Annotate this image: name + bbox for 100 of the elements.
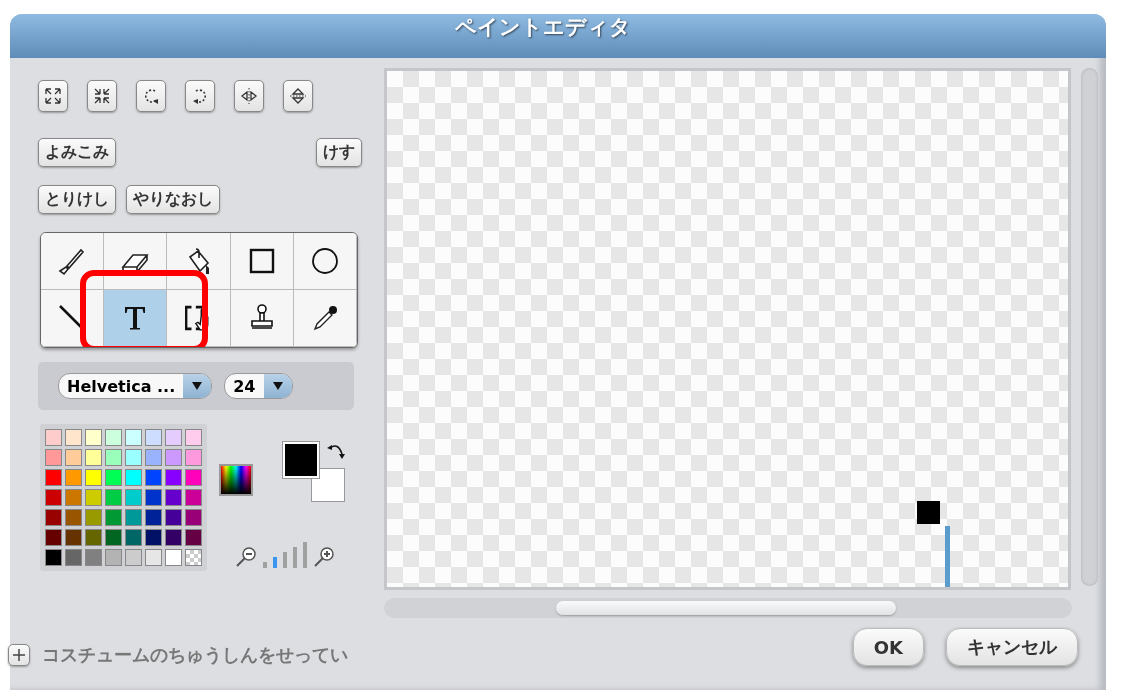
fill-tool[interactable] (167, 233, 231, 290)
ok-button[interactable]: OK (852, 628, 924, 666)
color-swatch[interactable] (105, 469, 122, 486)
color-swatch[interactable] (125, 549, 142, 566)
flip-h-button[interactable] (234, 80, 264, 112)
grow-button[interactable] (38, 80, 68, 112)
color-swatch[interactable] (65, 549, 82, 566)
caret-icon (192, 382, 203, 390)
color-swatch[interactable] (65, 529, 82, 546)
text-cursor (945, 526, 950, 587)
color-swatch[interactable] (105, 489, 122, 506)
rotate-right-button[interactable] (185, 80, 215, 112)
color-swatch[interactable] (45, 449, 62, 466)
color-swatch[interactable] (65, 509, 82, 526)
brush-tool[interactable] (41, 233, 105, 290)
color-swatch[interactable] (85, 509, 102, 526)
rotate-left-button[interactable] (136, 80, 166, 112)
color-swatch[interactable] (185, 469, 202, 486)
color-swatch[interactable] (145, 449, 162, 466)
line-tool[interactable] (41, 290, 105, 347)
color-swatch[interactable] (145, 429, 162, 446)
color-swatch[interactable] (125, 429, 142, 446)
clear-button[interactable]: けす (316, 138, 362, 167)
color-swatch[interactable] (165, 509, 182, 526)
import-button[interactable]: よみこみ (38, 138, 116, 167)
undo-button[interactable]: とりけし (38, 185, 116, 214)
color-swatch[interactable] (65, 449, 82, 466)
window-title: ペイントエディタ (10, 14, 1106, 58)
color-swatch[interactable] (185, 529, 202, 546)
scroll-thumb[interactable] (556, 601, 896, 615)
drawing-canvas[interactable] (384, 68, 1071, 590)
color-picker[interactable] (219, 464, 253, 496)
color-swatch[interactable] (145, 509, 162, 526)
size-dropdown[interactable]: 24 (224, 373, 293, 399)
color-swatch[interactable] (105, 529, 122, 546)
color-swatch[interactable] (65, 489, 82, 506)
text-box-handle[interactable] (917, 501, 940, 524)
horizontal-scrollbar[interactable] (384, 598, 1072, 618)
color-swatch[interactable] (105, 429, 122, 446)
text-tool[interactable] (104, 290, 168, 347)
color-swatch[interactable] (65, 469, 82, 486)
grow-icon (43, 86, 63, 106)
background-color[interactable] (311, 468, 345, 502)
color-swatch[interactable] (125, 469, 142, 486)
color-swatch[interactable] (45, 429, 62, 446)
color-swatch[interactable] (85, 489, 102, 506)
plus-icon (12, 648, 26, 662)
zoom-out-icon[interactable] (235, 546, 257, 568)
flip-v-button[interactable] (283, 80, 313, 112)
color-swatch[interactable] (85, 549, 102, 566)
color-swatch[interactable] (85, 529, 102, 546)
color-swatch[interactable] (85, 469, 102, 486)
ellipse-tool[interactable] (293, 233, 357, 290)
color-swatch[interactable] (125, 529, 142, 546)
color-swatch[interactable] (125, 509, 142, 526)
color-swatch[interactable] (125, 489, 142, 506)
color-swatch[interactable] (125, 449, 142, 466)
vertical-scrollbar[interactable] (1081, 68, 1098, 586)
color-swatch[interactable] (185, 449, 202, 466)
costume-center-button[interactable] (8, 644, 30, 666)
caret-icon (272, 382, 283, 390)
color-swatch[interactable] (185, 489, 202, 506)
color-swatch[interactable] (85, 429, 102, 446)
color-swatch[interactable] (165, 449, 182, 466)
zoom-in-icon[interactable] (313, 546, 335, 568)
rectangle-tool[interactable] (230, 233, 294, 290)
swap-icon[interactable] (327, 442, 345, 460)
font-dropdown[interactable]: Helvetica ... (58, 373, 213, 399)
shrink-icon (92, 86, 112, 106)
color-swatch[interactable] (45, 509, 62, 526)
shrink-button[interactable] (87, 80, 117, 112)
color-swatch[interactable] (105, 509, 122, 526)
color-swatch[interactable] (85, 449, 102, 466)
color-swatch[interactable] (45, 489, 62, 506)
color-swatch[interactable] (105, 549, 122, 566)
stamp-tool[interactable] (230, 290, 294, 347)
color-swatch[interactable] (145, 549, 162, 566)
transparent-swatch[interactable] (185, 549, 202, 566)
color-swatch[interactable] (45, 469, 62, 486)
select-icon (185, 305, 212, 331)
color-swatch[interactable] (165, 429, 182, 446)
color-swatch[interactable] (145, 529, 162, 546)
color-swatch[interactable] (145, 469, 162, 486)
eyedropper-tool[interactable] (293, 290, 357, 347)
cancel-button[interactable]: キャンセル (946, 628, 1078, 666)
color-swatch[interactable] (165, 529, 182, 546)
color-swatch[interactable] (165, 549, 182, 566)
color-swatch[interactable] (65, 429, 82, 446)
redo-button[interactable]: やりなおし (126, 185, 220, 214)
foreground-color[interactable] (283, 442, 319, 478)
color-swatch[interactable] (145, 489, 162, 506)
color-swatch[interactable] (185, 509, 202, 526)
flip-v-icon (288, 86, 308, 106)
color-swatch[interactable] (185, 429, 202, 446)
color-swatch[interactable] (105, 449, 122, 466)
color-swatch[interactable] (165, 469, 182, 486)
color-swatch[interactable] (45, 549, 62, 566)
color-swatch[interactable] (45, 529, 62, 546)
flip-h-icon (239, 86, 259, 106)
color-swatch[interactable] (165, 489, 182, 506)
